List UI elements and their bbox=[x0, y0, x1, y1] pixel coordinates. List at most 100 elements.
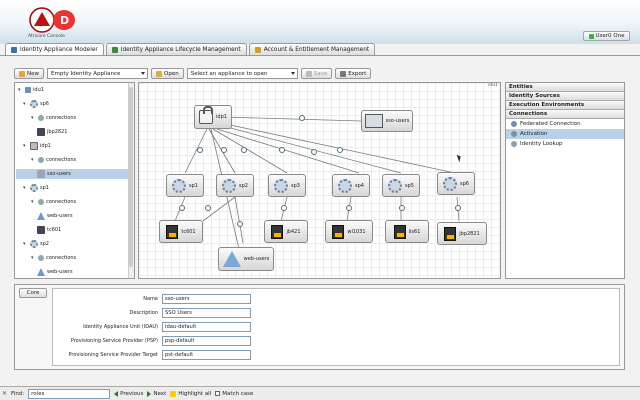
folder-icon bbox=[156, 70, 162, 77]
lock-icon bbox=[199, 106, 214, 124]
tree-node-connections[interactable]: ▾ connections bbox=[31, 197, 76, 207]
diagram-canvas[interactable]: idu1 idp1 sso-users sp1 sp2 sp3 sp4 sp5 bbox=[138, 82, 501, 279]
user-menu-button[interactable]: User0 One bbox=[583, 31, 630, 41]
tree-node-sp6[interactable]: ▾ sp6 bbox=[23, 99, 49, 109]
node-iis61[interactable]: iis61 bbox=[385, 220, 429, 243]
tree-node-web-users[interactable]: web-users bbox=[37, 267, 73, 277]
tab-lifecycle-management[interactable]: Identity Appliance Lifecycle Management bbox=[105, 43, 247, 55]
tree-node-tc601[interactable]: tc601 bbox=[37, 225, 61, 235]
save-button[interactable]: Save bbox=[300, 68, 333, 79]
link-pin[interactable] bbox=[241, 147, 247, 153]
palette-item-federated-connection[interactable]: Federated Connection bbox=[506, 119, 624, 129]
node-label: sp3 bbox=[291, 182, 300, 189]
palette-section-identity-sources[interactable]: Identity Sources bbox=[506, 92, 624, 101]
tree-node-web-users[interactable]: web-users bbox=[37, 211, 73, 221]
node-sp1[interactable]: sp1 bbox=[166, 174, 204, 197]
link-pin[interactable] bbox=[281, 205, 287, 211]
appliance-tree[interactable]: ▾ idu1 ▾ sp6 ▾ connections jbp2821 ▾ idp… bbox=[14, 82, 135, 279]
tree-node-jbp2821[interactable]: jbp2821 bbox=[37, 127, 67, 137]
open-button[interactable]: Open bbox=[151, 68, 184, 79]
pst-field[interactable]: pst-default bbox=[162, 350, 251, 360]
link-pin[interactable] bbox=[346, 205, 352, 211]
node-web-users[interactable]: web-users bbox=[218, 247, 274, 271]
tree-node-sp1[interactable]: ▾ sp1 bbox=[23, 183, 49, 193]
match-case-checkbox[interactable]: Match case bbox=[215, 391, 253, 397]
main-tabs: Identity Appliance Modeler Identity Appl… bbox=[5, 43, 376, 55]
tree-node-root[interactable]: ▾ idu1 bbox=[18, 85, 44, 95]
field-row-psp: Provisioning Service Provider (PSP) psp-… bbox=[53, 336, 251, 346]
node-sp5[interactable]: sp5 bbox=[382, 174, 420, 197]
tree-node-idp1[interactable]: ▾ idp1 bbox=[23, 141, 51, 151]
collapse-icon: ▾ bbox=[23, 241, 26, 247]
link-pin[interactable] bbox=[337, 147, 343, 153]
node-label: sso-users bbox=[385, 118, 410, 124]
link-pin[interactable] bbox=[455, 205, 461, 211]
link-pin[interactable] bbox=[399, 205, 405, 211]
tree-label: connections bbox=[46, 199, 77, 205]
link-pin[interactable] bbox=[197, 147, 203, 153]
node-tc601[interactable]: tc601 bbox=[159, 220, 203, 243]
description-field[interactable]: SSO Users bbox=[162, 308, 251, 318]
idau-field[interactable]: idau-default bbox=[162, 322, 251, 332]
tree-node-connections[interactable]: ▾ connections bbox=[31, 253, 76, 263]
close-icon[interactable]: ✕ bbox=[2, 390, 7, 397]
node-sp2[interactable]: sp2 bbox=[216, 174, 254, 197]
link-pin[interactable] bbox=[221, 147, 227, 153]
highlight-all-button[interactable]: Highlight all bbox=[170, 390, 211, 397]
find-input[interactable]: roles bbox=[28, 388, 111, 399]
link-pin[interactable] bbox=[179, 205, 185, 211]
node-sp3[interactable]: sp3 bbox=[268, 174, 306, 197]
node-label: sp6 bbox=[460, 180, 469, 187]
node-jbp2821[interactable]: jbp2821 bbox=[437, 222, 487, 245]
tab-identity-appliance-modeler[interactable]: Identity Appliance Modeler bbox=[5, 43, 104, 55]
federated-connection-icon bbox=[511, 121, 517, 127]
open-label: Open bbox=[164, 70, 179, 77]
palette-item-activation[interactable]: Activation bbox=[506, 129, 624, 139]
tree-node-sso-users[interactable]: sso-users bbox=[16, 169, 128, 179]
tree-node-connections[interactable]: ▾ connections bbox=[31, 155, 76, 165]
link-pin[interactable] bbox=[279, 147, 285, 153]
link-pin[interactable] bbox=[299, 115, 305, 121]
tab-account-entitlement[interactable]: Account & Entitlement Management bbox=[248, 43, 376, 55]
scrollbar-thumb[interactable] bbox=[129, 87, 133, 267]
export-button[interactable]: Export bbox=[335, 68, 372, 79]
tree-scrollbar[interactable] bbox=[128, 83, 134, 278]
tree-label: connections bbox=[46, 255, 77, 261]
palette-section-execution-environments[interactable]: Execution Environments bbox=[506, 101, 624, 110]
node-label: tc601 bbox=[181, 228, 196, 235]
tab-divider bbox=[0, 55, 640, 56]
node-label: jbp2821 bbox=[459, 230, 480, 237]
identity-vault-icon bbox=[37, 268, 45, 276]
link-pin[interactable] bbox=[311, 149, 317, 155]
new-button[interactable]: New bbox=[14, 68, 44, 79]
node-jb421[interactable]: jb421 bbox=[264, 220, 308, 243]
canvas-appliance-tag: idu1 bbox=[488, 83, 498, 88]
appliance-type-select[interactable]: Empty Identity Appliance bbox=[47, 68, 148, 79]
palette-section-connections[interactable]: Connections bbox=[506, 110, 624, 119]
psp-field[interactable]: psp-default bbox=[162, 336, 251, 346]
node-sso-users[interactable]: sso-users bbox=[361, 110, 413, 132]
tree-node-connections[interactable]: ▾ connections bbox=[31, 113, 76, 123]
field-row-idau: Identity Appliance Unit (IDAU) idau-defa… bbox=[53, 322, 251, 332]
open-appliance-select[interactable]: Select an appliance to open bbox=[186, 68, 298, 79]
node-wl1031[interactable]: wl1031 bbox=[325, 220, 373, 243]
tree-node-sp2[interactable]: ▾ sp2 bbox=[23, 239, 49, 249]
palette-item-identity-lookup[interactable]: Identity Lookup bbox=[506, 139, 624, 149]
find-next-button[interactable]: Next bbox=[147, 390, 166, 397]
server-icon bbox=[393, 224, 406, 239]
palette-section-entities[interactable]: Entities bbox=[506, 83, 624, 92]
connection-icon bbox=[38, 199, 44, 205]
appliance-icon bbox=[25, 87, 31, 93]
find-bar: ✕ Find: roles Previous Next Highlight al… bbox=[0, 386, 640, 400]
link-pin[interactable] bbox=[205, 205, 211, 211]
name-field[interactable]: sso-users bbox=[162, 294, 251, 304]
collapse-icon: ▾ bbox=[23, 101, 26, 107]
link-pin[interactable] bbox=[237, 221, 243, 227]
find-previous-button[interactable]: Previous bbox=[114, 390, 143, 397]
tab-core[interactable]: Core bbox=[19, 288, 47, 298]
node-idp1[interactable]: idp1 bbox=[194, 105, 232, 129]
tab-label: Identity Appliance Modeler bbox=[20, 46, 98, 53]
server-icon bbox=[37, 128, 45, 136]
node-sp6[interactable]: sp6 bbox=[437, 172, 475, 195]
node-sp4[interactable]: sp4 bbox=[332, 174, 370, 197]
